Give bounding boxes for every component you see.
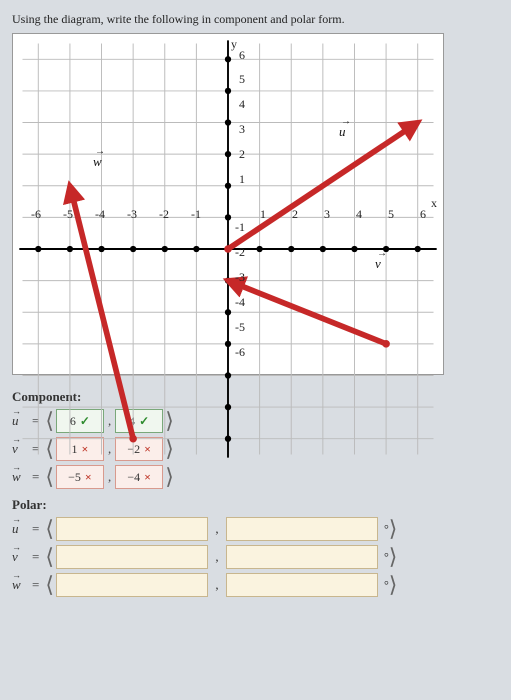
w-component-b[interactable]: −4× bbox=[115, 465, 163, 489]
w-polar-r[interactable] bbox=[56, 573, 208, 597]
component-row-w: →w = ⟨ −5× , −4× ⟩ bbox=[12, 465, 499, 489]
polar-heading: Polar: bbox=[12, 497, 499, 513]
tick-x6: 6 bbox=[420, 207, 426, 222]
v-symbol: →v bbox=[12, 441, 26, 457]
vector-graph: y x 6 5 4 3 2 1 -1 -2 -3 -4 -5 -6 -6 -5 … bbox=[12, 33, 444, 375]
vec-v-label: →v bbox=[375, 256, 381, 272]
w-symbol-polar: →w bbox=[12, 577, 26, 593]
tick-xn1: -1 bbox=[191, 207, 201, 222]
tick-xn6: -6 bbox=[31, 207, 41, 222]
tick-x5: 5 bbox=[388, 207, 394, 222]
w-symbol: →w bbox=[12, 469, 26, 485]
tick-y6: 6 bbox=[239, 48, 245, 63]
polar-row-v: →v = ⟨ , ° ⟩ bbox=[12, 545, 499, 569]
tick-x3: 3 bbox=[324, 207, 330, 222]
tick-xn2: -2 bbox=[159, 207, 169, 222]
v-polar-theta[interactable] bbox=[226, 545, 378, 569]
tick-yn3: -3 bbox=[235, 270, 245, 285]
y-axis-label: y bbox=[231, 37, 237, 52]
tick-y1: 1 bbox=[239, 172, 245, 187]
tick-x2: 2 bbox=[292, 207, 298, 222]
tick-y4: 4 bbox=[239, 97, 245, 112]
cross-icon: × bbox=[144, 470, 151, 485]
tick-yn2: -2 bbox=[235, 245, 245, 260]
v-symbol-polar: →v bbox=[12, 549, 26, 565]
u-symbol: →u bbox=[12, 413, 26, 429]
tick-y2: 2 bbox=[239, 147, 245, 162]
tick-xn5: -5 bbox=[63, 207, 73, 222]
tick-xn3: -3 bbox=[127, 207, 137, 222]
polar-row-u: →u = ⟨ , ° ⟩ bbox=[12, 517, 499, 541]
vec-u-label: →u bbox=[339, 124, 346, 140]
tick-x1: 1 bbox=[260, 207, 266, 222]
w-component-a[interactable]: −5× bbox=[56, 465, 104, 489]
tick-y5: 5 bbox=[239, 72, 245, 87]
tick-y3: 3 bbox=[239, 122, 245, 137]
w-polar-theta[interactable] bbox=[226, 573, 378, 597]
u-polar-r[interactable] bbox=[56, 517, 208, 541]
tick-xn4: -4 bbox=[95, 207, 105, 222]
tick-x4: 4 bbox=[356, 207, 362, 222]
question-prompt: Using the diagram, write the following i… bbox=[12, 12, 499, 27]
u-polar-theta[interactable] bbox=[226, 517, 378, 541]
u-symbol-polar: →u bbox=[12, 521, 26, 537]
tick-yn1: -1 bbox=[235, 220, 245, 235]
tick-yn5: -5 bbox=[235, 320, 245, 335]
tick-yn4: -4 bbox=[235, 295, 245, 310]
v-polar-r[interactable] bbox=[56, 545, 208, 569]
cross-icon: × bbox=[85, 470, 92, 485]
tick-yn6: -6 bbox=[235, 345, 245, 360]
polar-row-w: →w = ⟨ , ° ⟩ bbox=[12, 573, 499, 597]
vec-w-label: →w bbox=[93, 154, 102, 170]
x-axis-label: x bbox=[431, 196, 437, 211]
